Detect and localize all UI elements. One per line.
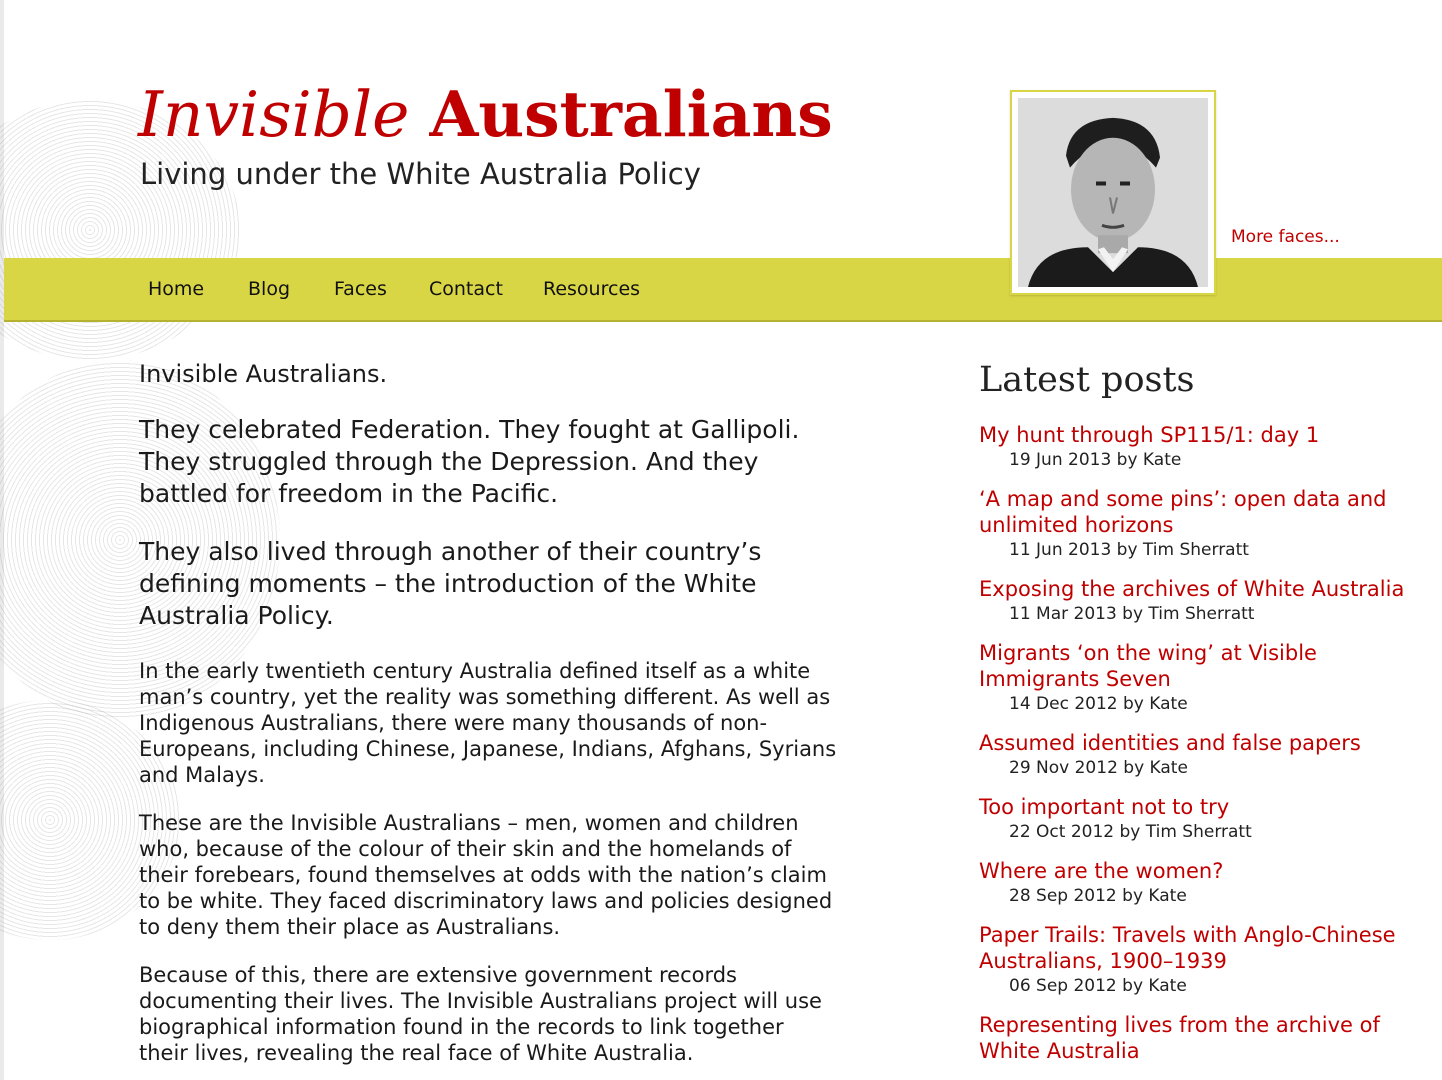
site-title-italic: Invisible: [138, 78, 410, 151]
post-meta: 06 Sep 2012 by Kate: [1009, 976, 1187, 996]
post-link[interactable]: Exposing the archives of White Australia: [979, 576, 1429, 602]
list-item: Where are the women? 28 Sep 2012 by Kate: [979, 858, 1429, 908]
list-item: ‘A map and some pins’: open data and unl…: [979, 486, 1429, 562]
latest-posts-sidebar: Latest posts My hunt through SP115/1: da…: [979, 358, 1429, 1078]
main-nav: Home Blog Faces Contact Resources: [4, 258, 1442, 322]
post-meta: 11 Jun 2013 by Tim Sherratt: [1009, 540, 1249, 560]
nav-faces[interactable]: Faces: [334, 278, 387, 300]
post-meta: 29 Nov 2012 by Kate: [1009, 758, 1188, 778]
post-link[interactable]: Migrants ‘on the wing’ at Visible Immigr…: [979, 640, 1429, 692]
main-content: Invisible Australians. They celebrated F…: [139, 358, 839, 1080]
post-link[interactable]: Representing lives from the archive of W…: [979, 1012, 1429, 1064]
nav-resources[interactable]: Resources: [543, 278, 640, 300]
post-link[interactable]: Where are the women?: [979, 858, 1429, 884]
portrait-photo: [1018, 98, 1208, 287]
post-meta: 28 Sep 2012 by Kate: [1009, 886, 1187, 906]
featured-face[interactable]: [1010, 90, 1216, 295]
post-link[interactable]: Too important not to try: [979, 794, 1429, 820]
list-item: Representing lives from the archive of W…: [979, 1012, 1429, 1064]
list-item: Assumed identities and false papers 29 N…: [979, 730, 1429, 780]
list-item: Exposing the archives of White Australia…: [979, 576, 1429, 626]
lead-paragraph-2: They also lived through another of their…: [139, 537, 762, 630]
site-title-bold: Australians: [429, 77, 833, 151]
nav-home[interactable]: Home: [148, 278, 204, 300]
list-item: Migrants ‘on the wing’ at Visible Immigr…: [979, 640, 1429, 716]
post-meta: 14 Dec 2012 by Kate: [1009, 694, 1188, 714]
intro-text: Invisible Australians.: [139, 360, 388, 388]
page-left-edge: [0, 0, 4, 1080]
nav-contact[interactable]: Contact: [429, 278, 503, 300]
post-meta: 19 Jun 2013 by Kate: [1009, 450, 1182, 470]
more-faces-link[interactable]: More faces...: [1231, 227, 1340, 247]
list-item: Paper Trails: Travels with Anglo-Chinese…: [979, 922, 1429, 998]
lead-paragraph-1: They celebrated Federation. They fought …: [139, 415, 800, 508]
post-link[interactable]: ‘A map and some pins’: open data and unl…: [979, 486, 1429, 538]
site-tagline: Living under the White Australia Policy: [140, 157, 701, 191]
body-paragraph-1: In the early twentieth century Australia…: [139, 659, 837, 787]
post-meta: 11 Mar 2013 by Tim Sherratt: [1009, 604, 1255, 624]
post-link[interactable]: My hunt through SP115/1: day 1: [979, 422, 1429, 448]
post-link[interactable]: Paper Trails: Travels with Anglo-Chinese…: [979, 922, 1429, 974]
nav-blog[interactable]: Blog: [248, 278, 290, 300]
body-paragraph-2: These are the Invisible Australians – me…: [139, 811, 833, 939]
post-meta: 22 Oct 2012 by Tim Sherratt: [1009, 822, 1252, 842]
post-link[interactable]: Assumed identities and false papers: [979, 730, 1429, 756]
latest-posts-heading: Latest posts: [979, 360, 1195, 400]
list-item: My hunt through SP115/1: day 1 19 Jun 20…: [979, 422, 1429, 472]
site-title[interactable]: Invisible Australians: [138, 78, 833, 151]
list-item: Too important not to try 22 Oct 2012 by …: [979, 794, 1429, 844]
body-paragraph-3: Because of this, there are extensive gov…: [139, 963, 822, 1065]
